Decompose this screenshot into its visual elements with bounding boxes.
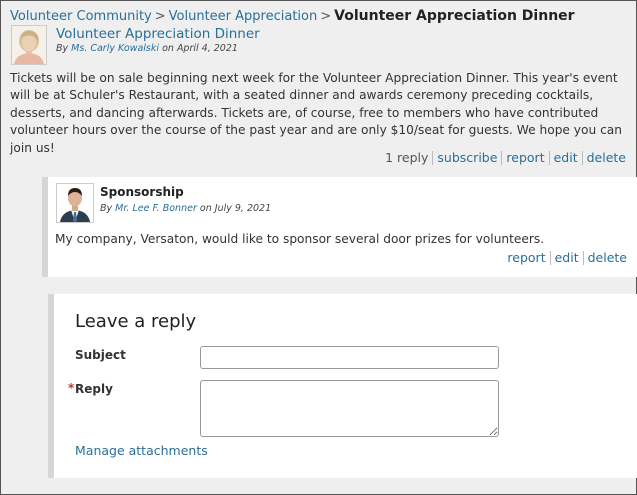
reply-date: July 9, 2021 <box>214 203 272 214</box>
subject-label: Subject <box>75 348 126 362</box>
byline-prefix: By <box>56 43 69 54</box>
subject-input[interactable] <box>200 346 499 369</box>
edit-link[interactable]: edit <box>550 150 582 165</box>
post-body: Tickets will be on sale beginning next w… <box>10 71 622 155</box>
reply-count: 1 reply <box>385 150 429 165</box>
byline-prefix: By <box>100 203 113 214</box>
man-portrait-icon <box>57 184 93 222</box>
report-link[interactable]: report <box>502 150 548 165</box>
breadcrumb-separator: > <box>320 9 332 24</box>
reply-author-avatar[interactable] <box>56 183 94 223</box>
woman-portrait-icon <box>12 26 46 64</box>
breadcrumb-volunteer-community[interactable]: Volunteer Community <box>10 9 152 24</box>
author-link[interactable]: Ms. Carly Kowalski <box>71 43 159 54</box>
post-actions: 1 reply subscribe report edit delete <box>385 150 630 165</box>
post-byline: By Ms. Carly Kowalski on April 4, 2021 <box>56 43 238 54</box>
reply-label: * Reply <box>68 381 113 396</box>
manage-attachments-link[interactable]: Manage attachments <box>75 443 208 458</box>
author-avatar[interactable] <box>11 25 47 65</box>
form-heading: Leave a reply <box>75 311 197 332</box>
reply-card: Sponsorship By Mr. Lee F. Bonner on July… <box>42 177 637 277</box>
breadcrumb: Volunteer Community > Volunteer Appreciati… <box>10 8 575 24</box>
reply-actions: report edit delete <box>503 250 631 265</box>
reply-title: Sponsorship <box>100 185 184 199</box>
subscribe-link[interactable]: subscribe <box>433 150 501 165</box>
reply-body: My company, Versaton, would like to spon… <box>55 232 545 246</box>
reply-author-link[interactable]: Mr. Lee F. Bonner <box>115 203 197 214</box>
date-prefix: on <box>199 203 212 214</box>
reply-delete-link[interactable]: delete <box>584 250 631 265</box>
date-prefix: on <box>162 43 174 54</box>
post-title-link[interactable]: Volunteer Appreciation Dinner <box>56 26 260 42</box>
reply-edit-link[interactable]: edit <box>551 250 583 265</box>
delete-link[interactable]: delete <box>583 150 630 165</box>
breadcrumb-volunteer-appreciation[interactable]: Volunteer Appreciation <box>169 9 318 24</box>
forum-thread-page: Volunteer Community > Volunteer Appreciati… <box>0 0 637 495</box>
reply-textarea[interactable] <box>200 380 499 437</box>
reply-form: Leave a reply Subject * Reply Manage atta… <box>48 294 637 478</box>
reply-byline: By Mr. Lee F. Bonner on July 9, 2021 <box>100 203 271 214</box>
reply-report-link[interactable]: report <box>503 250 549 265</box>
reply-label-text: Reply <box>75 382 113 396</box>
breadcrumb-separator: > <box>154 9 166 24</box>
required-marker: * <box>68 381 75 395</box>
post-date: April 4, 2021 <box>176 43 238 54</box>
breadcrumb-current: Volunteer Appreciation Dinner <box>334 8 575 24</box>
